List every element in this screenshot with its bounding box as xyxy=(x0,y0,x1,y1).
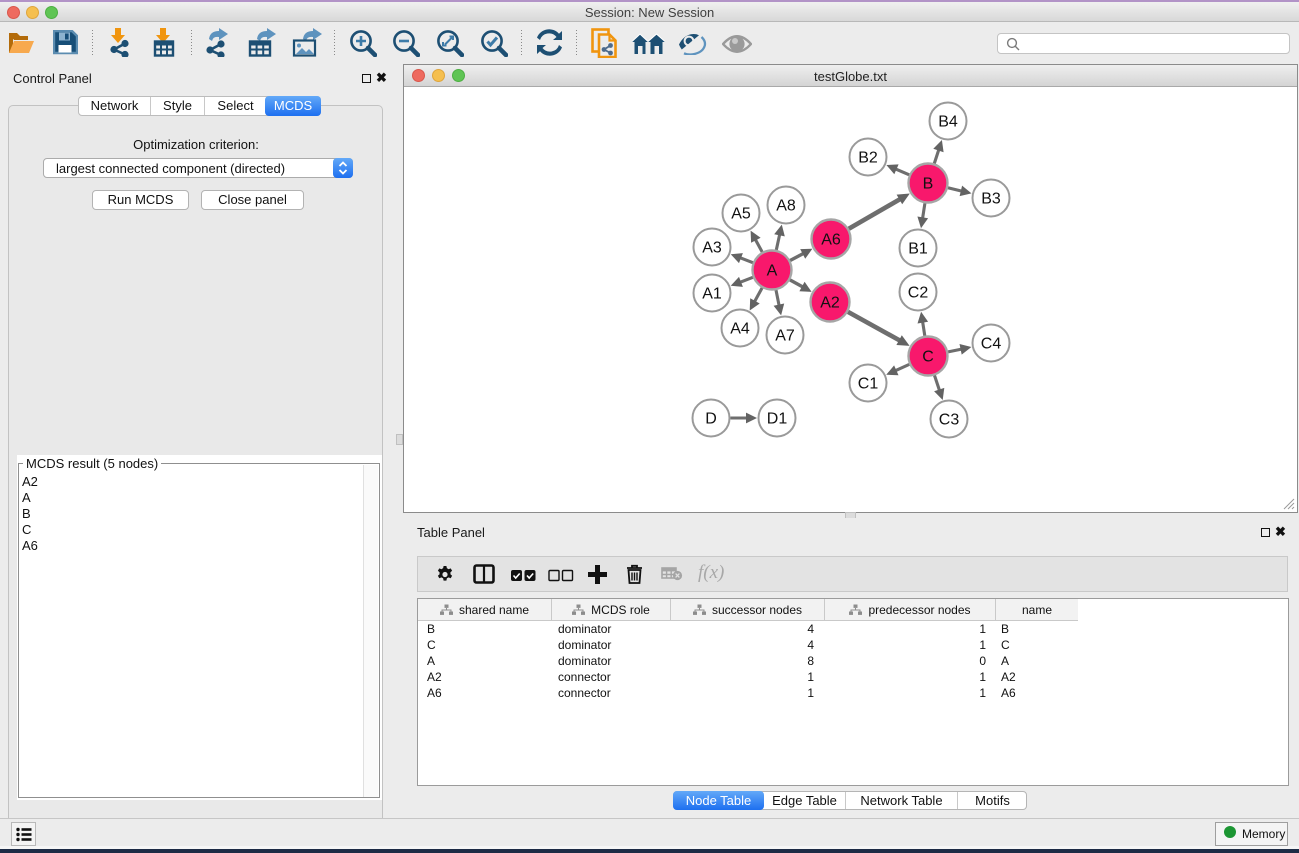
svg-text:A7: A7 xyxy=(775,328,795,345)
svg-text:D1: D1 xyxy=(767,411,788,428)
svg-text:A8: A8 xyxy=(776,198,796,215)
svg-text:B4: B4 xyxy=(938,114,958,131)
svg-text:D: D xyxy=(705,411,717,428)
svg-text:B2: B2 xyxy=(858,150,878,167)
svg-text:C4: C4 xyxy=(981,336,1002,353)
svg-text:C2: C2 xyxy=(908,285,929,302)
svg-text:C3: C3 xyxy=(939,412,960,429)
svg-text:A3: A3 xyxy=(702,240,722,257)
svg-text:B1: B1 xyxy=(908,241,928,258)
svg-text:C1: C1 xyxy=(858,376,879,393)
svg-text:A2: A2 xyxy=(820,295,840,312)
svg-text:A5: A5 xyxy=(731,206,751,223)
svg-text:A: A xyxy=(767,263,778,280)
svg-text:A6: A6 xyxy=(821,232,841,249)
svg-text:A1: A1 xyxy=(702,286,722,303)
svg-text:B: B xyxy=(923,176,934,193)
svg-text:B3: B3 xyxy=(981,191,1001,208)
svg-text:C: C xyxy=(922,349,934,366)
svg-text:A4: A4 xyxy=(730,321,750,338)
